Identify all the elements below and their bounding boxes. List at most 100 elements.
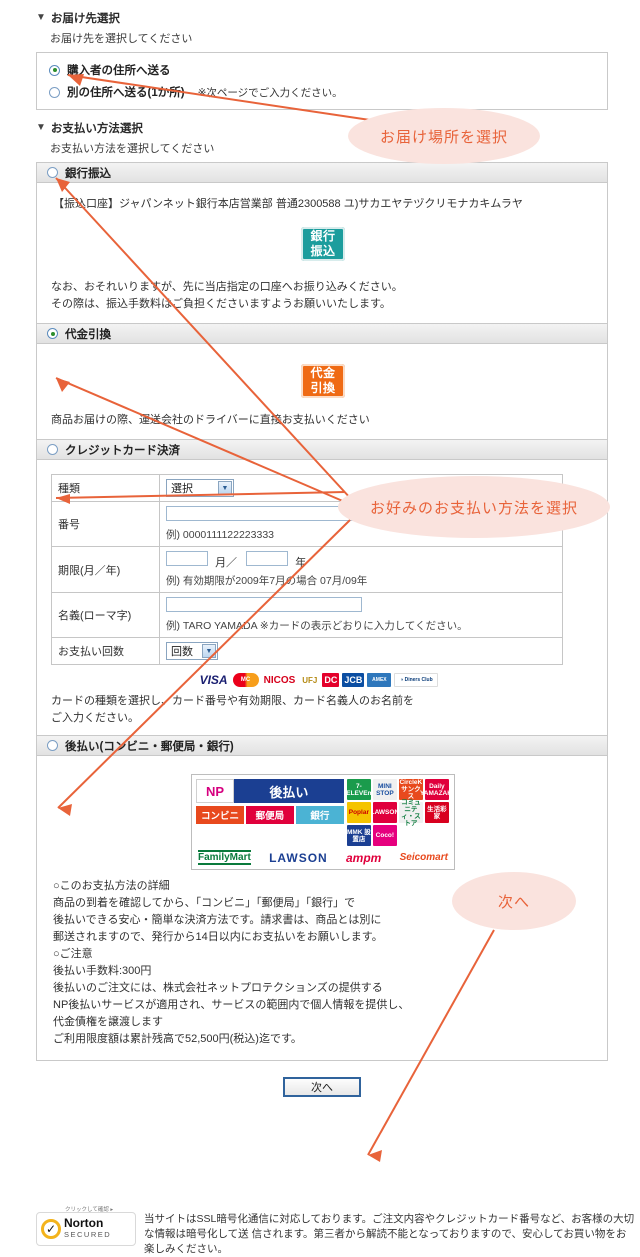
table-row-installments: お支払い回数 回数 ▼ xyxy=(51,637,563,665)
mastercard-icon: MC xyxy=(232,673,259,687)
expiry-year-unit: 年 xyxy=(295,557,307,569)
delivery-option-label: 別の住所へ送る(1か所) xyxy=(67,87,185,99)
expiry-month-unit: 月／ xyxy=(215,557,238,569)
badge-line-1: 銀行 xyxy=(310,229,336,243)
visa-icon: VISA xyxy=(197,673,230,687)
norton-secured-badge[interactable]: クリックして確認 ▸ ✓ Norton SECURED xyxy=(36,1207,136,1246)
delivery-sub: お届け先を選択してください xyxy=(50,33,193,45)
badge-line-2: 振込 xyxy=(310,244,336,258)
next-button-wrap: 次へ xyxy=(36,1077,608,1097)
community-store-icon: コミュニティ・ストア xyxy=(398,799,423,827)
radio-bank-transfer[interactable] xyxy=(47,167,58,178)
expiry-month-input[interactable] xyxy=(166,551,208,566)
radio-own-address[interactable] xyxy=(49,64,60,76)
callout-payment-choice: お好みのお支払い方法を選択 xyxy=(338,476,610,538)
payment-bar-bank[interactable]: 銀行振込 xyxy=(37,163,607,183)
np-atobarai-banner: NP 後払い コンビニ 郵便局 銀行 7-ELEVEn MINI STOP Ci… xyxy=(191,774,455,870)
cod-badge-wrap: 代金 引換 xyxy=(51,364,595,398)
radio-cash-on-delivery[interactable] xyxy=(47,328,58,339)
label-card-type: 種類 xyxy=(51,474,160,502)
card-type-value: 選択 xyxy=(171,483,193,495)
callout-delivery-place: お届け場所を選択 xyxy=(348,108,540,164)
nicos-icon: NICOS xyxy=(261,673,298,687)
card-holder-input[interactable] xyxy=(166,597,362,612)
arrow-head-next xyxy=(368,1150,382,1162)
np-banner-wrap: NP 後払い コンビニ 郵便局 銀行 7-ELEVEn MINI STOP Ci… xyxy=(51,774,595,870)
payment-bank-title: 銀行振込 xyxy=(65,167,111,180)
payment-bar-deferred[interactable]: 後払い(コンビニ・郵便局・銀行) xyxy=(37,736,607,756)
radio-other-address[interactable] xyxy=(49,86,60,98)
installments-select[interactable]: 回数 ▼ xyxy=(166,642,218,660)
credit-note: カードの種類を選択し、カード番号や有効期限、カード名義人のお名前を ご入力くださ… xyxy=(51,693,595,727)
card-number-input[interactable] xyxy=(166,506,362,521)
credit-note-line-1: カードの種類を選択し、カード番号や有効期限、カード名義人のお名前を xyxy=(51,695,414,707)
delivery-heading-label: お届け先選択 xyxy=(50,13,120,25)
radio-deferred-payment[interactable] xyxy=(47,740,58,751)
card-type-select[interactable]: 選択 ▼ xyxy=(166,479,234,497)
deferred-caution-line-4: 代金債権を譲渡します xyxy=(53,1016,163,1028)
poplar-icon: Poplar xyxy=(346,802,371,823)
payment-heading-label: お支払い方法選択 xyxy=(50,123,143,135)
ufj-icon: UFJ xyxy=(300,673,320,687)
check-icon: ✓ xyxy=(41,1219,61,1239)
deferred-detail-line-3: 郵送されますので、発行から14日以内にお支払いをお願いします。 xyxy=(53,931,383,943)
callout-next: 次へ xyxy=(452,872,576,930)
payment-cod-title: 代金引換 xyxy=(65,328,111,341)
label-card-holder: 名義(ローマ字) xyxy=(51,592,160,638)
label-installments: お支払い回数 xyxy=(51,637,160,665)
label-card-number: 番号 xyxy=(51,501,160,547)
delivery-heading: ▼ お届け先選択 xyxy=(36,10,608,26)
bank-transfer-badge-icon: 銀行 振込 xyxy=(301,227,345,261)
chevron-down-icon: ▼ xyxy=(218,481,232,495)
triangle-down-icon: ▼ xyxy=(36,122,46,133)
payment-panel-bank: 銀行振込 【振込口座】ジャパンネット銀行本店営業部 普通2300588 ユ)サカ… xyxy=(36,162,608,323)
np-tag-konbini: コンビニ xyxy=(196,806,244,824)
triangle-down-icon: ▼ xyxy=(36,12,46,23)
card-holder-example: 例) TARO YAMADA ※カードの表示どおりに入力してください。 xyxy=(166,620,468,632)
delivery-option-other-address[interactable]: 別の住所へ送る(1か所) ※次ページでご入力ください。 xyxy=(37,81,607,103)
familymart-icon: FamilyMart xyxy=(198,850,251,865)
norton-text: Norton SECURED xyxy=(64,1217,111,1240)
payment-body-bank: 【振込口座】ジャパンネット銀行本店営業部 普通2300588 ユ)サカエヤテヅク… xyxy=(37,183,607,323)
np-logo-icon: NP xyxy=(196,779,234,803)
deferred-caution-line-5: ご利用限度額は累計残高で52,500円(税込)迄です。 xyxy=(53,1033,302,1045)
credit-note-line-2: ご入力ください。 xyxy=(51,712,139,724)
payment-credit-title: クレジットカード決済 xyxy=(65,444,180,457)
payment-section: ▼ お支払い方法選択 お支払い方法を選択してください 銀行振込 【振込口座】ジャ… xyxy=(36,120,608,1097)
seikatsusaika-icon: 生活彩家 xyxy=(424,802,449,823)
lawson-icon: LAWSON xyxy=(269,850,328,865)
deferred-caution-line-3: NP後払いサービスが適用され、サービスの範囲内で個人情報を提供し、 xyxy=(53,999,410,1011)
table-row-card-holder: 名義(ローマ字) 例) TARO YAMADA ※カードの表示どおりに入力してく… xyxy=(51,592,563,638)
checkout-page: ▼ お届け先選択 お届け先を選択してください 購入者の住所へ送る 別の住所へ送る… xyxy=(0,0,640,1255)
delivery-option-own-address[interactable]: 購入者の住所へ送る xyxy=(37,59,607,81)
np-banner-row-2: FamilyMart LAWSON ampm Seicomart xyxy=(196,850,450,865)
radio-credit-card[interactable] xyxy=(47,444,58,455)
next-button[interactable]: 次へ xyxy=(283,1077,361,1097)
chevron-down-icon: ▼ xyxy=(202,644,216,658)
delivery-options: 購入者の住所へ送る 別の住所へ送る(1か所) ※次ページでご入力ください。 xyxy=(36,52,608,110)
cell-card-holder: 例) TARO YAMADA ※カードの表示どおりに入力してください。 xyxy=(159,592,563,638)
ampm-icon: ampm xyxy=(346,850,382,865)
cell-installments: 回数 ▼ xyxy=(159,637,563,665)
cod-note: 商品お届けの際、運送会社のドライバーに直接お支払いください xyxy=(51,414,370,426)
ministop-icon: MINI STOP xyxy=(372,779,397,800)
norton-tip-label: クリックして確認 ▸ xyxy=(65,1207,114,1213)
np-banner-left: NP 後払い コンビニ 郵便局 銀行 xyxy=(196,779,344,846)
payment-bar-credit[interactable]: クレジットカード決済 xyxy=(37,440,607,460)
payment-bar-cod[interactable]: 代金引換 xyxy=(37,324,607,344)
bank-account-line: 【振込口座】ジャパンネット銀行本店営業部 普通2300588 ユ)サカエヤテヅク… xyxy=(53,198,523,210)
np-tag-ginko: 銀行 xyxy=(295,806,344,824)
expiry-example: 例) 有効期限が2009年7月の場合 07月/09年 xyxy=(166,575,368,587)
coco-icon: Coco! xyxy=(372,825,397,846)
installments-value: 回数 xyxy=(171,646,193,658)
deferred-caution-line-2: 後払いのご注文には、株式会社ネットプロテクションズの提供する xyxy=(53,982,383,994)
deferred-caution-head: ○ご注意 xyxy=(53,948,93,960)
badge-line-2: 引換 xyxy=(310,381,336,395)
deferred-caution-line-1: 後払い手数料:300円 xyxy=(53,965,152,977)
convenience-store-logos: 7-ELEVEn MINI STOP CircleK サンクス Daily YA… xyxy=(346,779,454,846)
label-expiry: 期限(月／年) xyxy=(51,546,160,593)
delivery-option-label: 購入者の住所へ送る xyxy=(67,65,171,77)
mmk-icon: MMK 設置店 xyxy=(346,825,371,846)
amex-icon: AMEX xyxy=(367,673,392,687)
expiry-year-input[interactable] xyxy=(246,551,289,566)
